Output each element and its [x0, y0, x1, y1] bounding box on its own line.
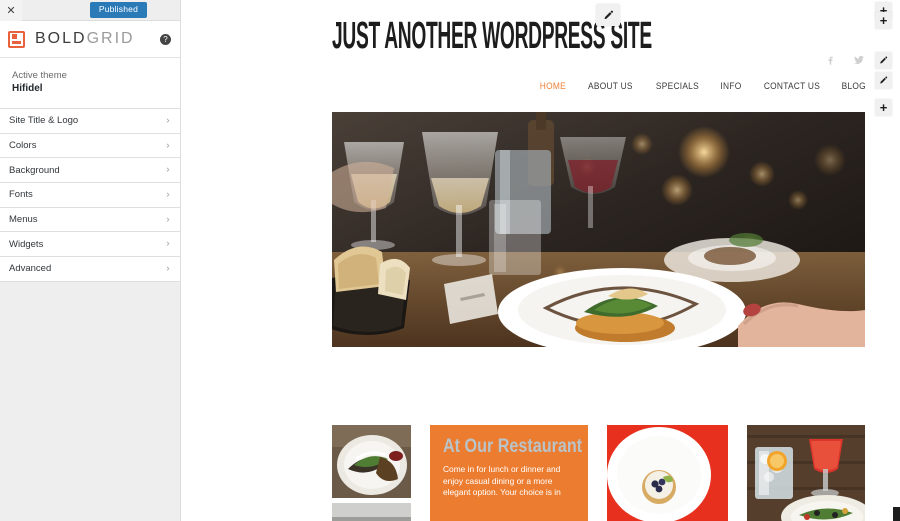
nav-link-info[interactable]: INFO: [720, 81, 741, 92]
brand-grid: GRID: [86, 30, 135, 47]
edit-block-button-1[interactable]: [875, 52, 892, 69]
add-section-button-3[interactable]: +: [875, 99, 892, 116]
main-navigation: HOME ABOUT US SPECIALS INFO CONTACT US B…: [538, 81, 868, 92]
close-customizer-button[interactable]: ✕: [0, 0, 22, 21]
chevron-right-icon: ›: [166, 164, 170, 176]
dessert-illustration: [607, 425, 728, 521]
sidebar-item-label: Widgets: [9, 238, 44, 250]
active-theme-name: Hifidel: [12, 83, 43, 94]
chevron-right-icon: ›: [166, 115, 170, 127]
sidebar-item-label: Site Title & Logo: [9, 115, 79, 127]
published-status-button[interactable]: Published: [89, 2, 147, 18]
boldgrid-logo-icon: [8, 30, 25, 48]
dessert-card: [607, 425, 728, 521]
site-preview: JUST ANOTHER WORDPRESS SITE HOME ABOUT U…: [182, 0, 900, 521]
sidebar-item-fonts[interactable]: Fonts ›: [0, 183, 180, 208]
sidebar-item-widgets[interactable]: Widgets ›: [0, 232, 180, 258]
card-promo: At Our Restaurant Come in for lunch or d…: [430, 425, 588, 521]
sidebar-item-label: Fonts: [9, 189, 33, 201]
sidebar-item-label: Background: [9, 164, 60, 176]
nav-link-blog[interactable]: BLOG: [842, 81, 866, 92]
sidebar-item-site-title-logo[interactable]: Site Title & Logo ›: [0, 109, 180, 134]
pencil-icon: [880, 56, 888, 64]
hero-illustration: [332, 112, 865, 347]
nav-link-home[interactable]: HOME: [540, 81, 566, 92]
twitter-icon[interactable]: [853, 54, 865, 68]
promo-heading: At Our Restaurant: [443, 436, 583, 457]
sidebar-item-colors[interactable]: Colors ›: [0, 133, 180, 159]
active-theme-label: Active theme: [12, 70, 67, 81]
social-links: [825, 54, 865, 68]
secondary-illustration: [332, 503, 411, 521]
sidebar-item-label: Colors: [9, 140, 37, 152]
thumb-image-secondary: [332, 503, 411, 521]
help-icon[interactable]: ?: [160, 34, 171, 45]
sidebar-item-label: Menus: [9, 214, 38, 226]
close-icon: ✕: [6, 5, 16, 17]
boldgrid-header: BOLDGRID ?: [0, 21, 180, 58]
card-column-thumbs: [332, 425, 411, 521]
facebook-icon[interactable]: [825, 55, 836, 68]
hero-image: [332, 112, 865, 347]
customizer-topbar: ✕ Published: [0, 0, 180, 21]
scrollbar-indicator[interactable]: [893, 507, 900, 521]
drinks-card: [747, 425, 865, 521]
chevron-right-icon: ›: [166, 214, 170, 226]
customizer-sidebar: ✕ Published BOLDGRID ? Active theme Hifi…: [0, 0, 181, 521]
edit-block-button-2[interactable]: [875, 72, 892, 89]
pencil-icon: [880, 76, 888, 84]
nav-link-contact-us[interactable]: CONTACT US: [763, 81, 819, 92]
chevron-right-icon: ›: [166, 263, 170, 275]
drinks-illustration: [747, 425, 865, 521]
content-cards-row: At Our Restaurant Come in for lunch or d…: [332, 425, 865, 521]
card-drinks: [747, 425, 865, 521]
plate-food-illustration: [332, 425, 411, 498]
card-dessert: [607, 425, 728, 521]
add-section-button-2[interactable]: +: [875, 12, 892, 29]
customizer-nav-list: Site Title & Logo › Colors › Background …: [0, 109, 180, 282]
chevron-right-icon: ›: [166, 238, 170, 250]
sidebar-item-menus[interactable]: Menus ›: [0, 207, 180, 233]
promo-card: At Our Restaurant Come in for lunch or d…: [430, 425, 588, 521]
chevron-right-icon: ›: [166, 140, 170, 152]
plus-icon: +: [879, 100, 888, 115]
nav-link-about-us[interactable]: ABOUT US: [588, 81, 633, 92]
promo-body: Come in for lunch or dinner and enjoy ca…: [443, 464, 561, 497]
edit-site-title-button[interactable]: [596, 4, 620, 26]
sidebar-empty-space: [0, 281, 180, 521]
sidebar-item-label: Advanced: [9, 263, 52, 275]
chevron-right-icon: ›: [166, 189, 170, 201]
active-theme-panel: Active theme Hifidel: [0, 58, 180, 109]
sidebar-item-advanced[interactable]: Advanced ›: [0, 257, 180, 282]
thumb-image-plate: [332, 425, 411, 498]
plus-icon: +: [879, 13, 888, 28]
brand-bold: BOLD: [35, 30, 87, 47]
customizer-app: ✕ Published BOLDGRID ? Active theme Hifi…: [0, 0, 900, 521]
preview-edit-rail: + + +: [875, 0, 900, 521]
nav-link-specials[interactable]: SPECIALS: [656, 81, 699, 92]
sidebar-item-background[interactable]: Background ›: [0, 158, 180, 184]
pencil-icon: [604, 10, 613, 19]
boldgrid-wordmark: BOLDGRID: [35, 30, 135, 48]
